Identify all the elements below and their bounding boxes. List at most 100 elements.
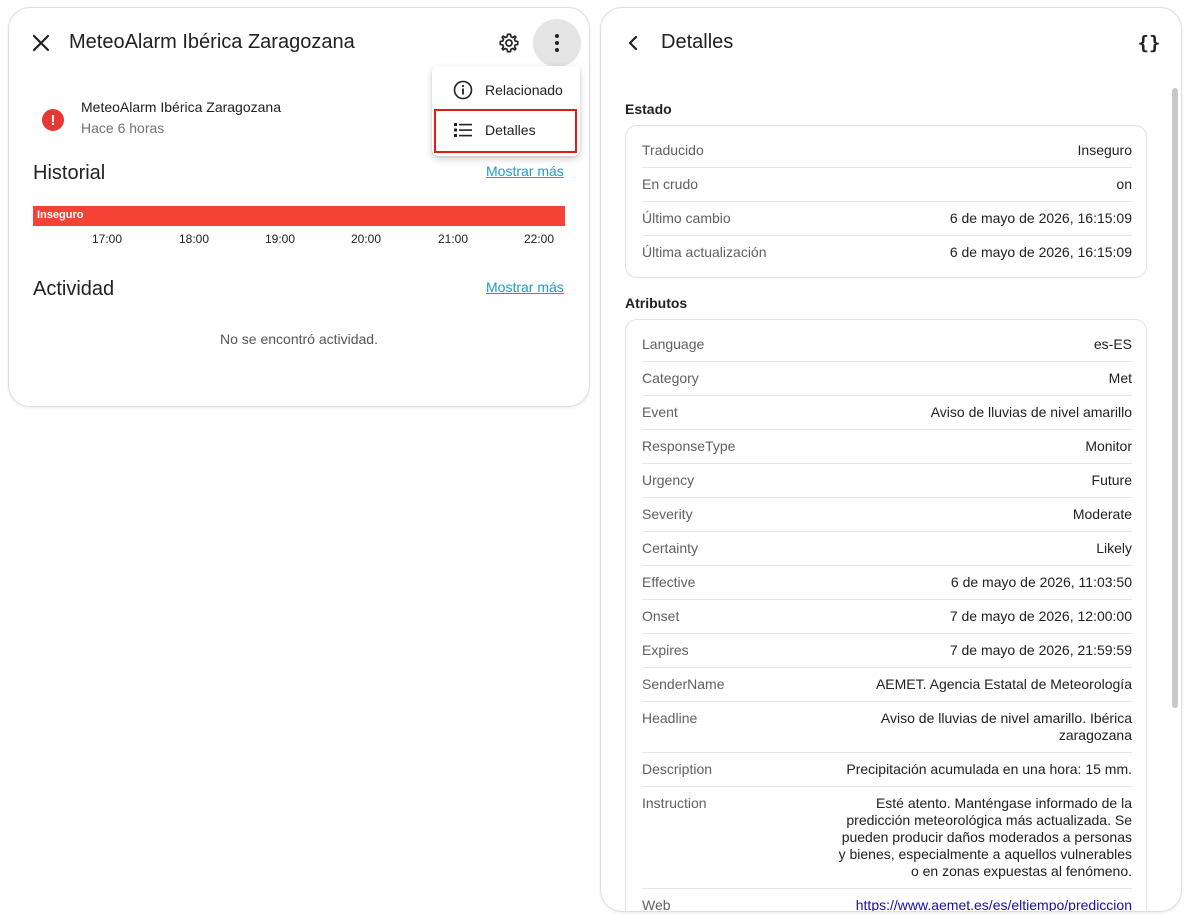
estado-table: Traducido Inseguro En crudo on Último cambio…: [625, 125, 1147, 278]
details-dialog: Detalles {} Estado Traducido Inseguro En c…: [600, 7, 1182, 912]
attribute-row: Onset 7 de mayo de 2026, 12:00:00: [642, 608, 1132, 625]
attribute-row: Headline Aviso de lluvias de nivel amaril…: [642, 710, 1132, 744]
attribute-row: Severity Moderate: [642, 506, 1132, 523]
attribute-value: Monitor: [1085, 438, 1132, 454]
attribute-key: Event: [642, 404, 678, 420]
attribute-row: Última actualización 6 de mayo de 2026, 1…: [642, 244, 1132, 261]
overflow-menu: Relacionado Detalles: [432, 66, 580, 156]
time-tick: 21:00: [438, 232, 469, 246]
attribute-key: ResponseType: [642, 438, 736, 454]
attribute-row: Expires 7 de mayo de 2026, 21:59:59: [642, 642, 1132, 659]
attribute-key: Web: [642, 897, 671, 912]
attribute-value: es-ES: [1093, 336, 1132, 352]
attribute-key: Headline: [642, 710, 698, 726]
row-divider: [642, 752, 1132, 753]
attribute-key: Description: [642, 761, 713, 777]
attribute-row: Category Met: [642, 370, 1132, 387]
attribute-row: Instruction Esté atento. Manténgase infor…: [642, 795, 1132, 880]
attribute-value: Moderate: [1072, 506, 1132, 522]
scrollbar[interactable]: [1172, 88, 1178, 708]
attribute-row: Urgency Future: [642, 472, 1132, 489]
row-divider: [642, 633, 1132, 634]
row-divider: [642, 497, 1132, 498]
list-icon: [452, 119, 474, 141]
attribute-key: Onset: [642, 608, 680, 624]
entity-last-changed: Hace 6 horas: [81, 120, 165, 136]
attribute-key: Category: [642, 370, 699, 386]
row-divider: [642, 235, 1132, 236]
row-divider: [642, 888, 1132, 889]
close-icon: [32, 34, 50, 52]
attribute-row: Language es-ES: [642, 336, 1132, 353]
attribute-value: on: [1116, 176, 1132, 192]
attribute-row: Effective 6 de mayo de 2026, 11:03:50: [642, 574, 1132, 591]
attribute-value: Inseguro: [1077, 142, 1132, 158]
time-tick: 20:00: [351, 232, 382, 246]
attribute-key: Language: [642, 336, 705, 352]
close-button[interactable]: [21, 23, 61, 63]
attribute-row: Último cambio 6 de mayo de 2026, 16:15:09: [642, 210, 1132, 227]
attribute-value: Aviso de lluvias de nivel amarillo: [930, 404, 1132, 420]
time-tick: 18:00: [179, 232, 210, 246]
history-title: Historial: [33, 162, 106, 184]
attribute-value: Likely: [1096, 540, 1132, 556]
dialog-title: Detalles: [661, 31, 734, 53]
no-activity-message: No se encontró actividad.: [220, 331, 378, 347]
attribute-row: En crudo on: [642, 176, 1132, 193]
attribute-key: Effective: [642, 574, 696, 590]
attribute-key: Expires: [642, 642, 689, 658]
attribute-value: Met: [1108, 370, 1132, 386]
row-divider: [642, 167, 1132, 168]
dots-vertical-icon: [554, 33, 560, 53]
atributos-table: Language es-ES Category Met Event Aviso de ll…: [625, 319, 1147, 912]
attribute-row: Traducido Inseguro: [642, 142, 1132, 159]
attribute-key: Severity: [642, 506, 693, 522]
attribute-row: Web https://www.aemet.es/es/eltiempo/pred…: [642, 897, 1132, 912]
row-divider: [642, 701, 1132, 702]
settings-button[interactable]: [489, 23, 529, 63]
gear-icon: [498, 32, 520, 54]
attribute-key: SenderName: [642, 676, 725, 692]
attribute-key: Último cambio: [642, 210, 731, 226]
attribute-value: Esté atento. Manténgase informado de la p…: [838, 795, 1132, 879]
alert-state-icon: !: [42, 109, 64, 131]
attribute-value: Future: [1091, 472, 1132, 488]
activity-show-more-link[interactable]: Mostrar más: [486, 279, 564, 295]
atributos-section-label: Atributos: [625, 295, 688, 311]
attribute-value: 6 de mayo de 2026, 16:15:09: [949, 210, 1132, 226]
menu-item-related[interactable]: Relacionado: [432, 70, 580, 110]
estado-section-label: Estado: [625, 101, 672, 117]
history-timeline-bar[interactable]: Inseguro: [33, 206, 565, 226]
attribute-link[interactable]: https://www.aemet.es/es/eltiempo/predicc…: [856, 897, 1132, 911]
row-divider: [642, 531, 1132, 532]
row-divider: [642, 395, 1132, 396]
attribute-key: Urgency: [642, 472, 695, 488]
attribute-row: SenderName AEMET. Agencia Estatal de Mete…: [642, 676, 1132, 693]
attribute-value: 7 de mayo de 2026, 12:00:00: [949, 608, 1132, 624]
attribute-key: Instruction: [642, 795, 707, 811]
chevron-left-icon: [627, 35, 639, 51]
attribute-key: Certainty: [642, 540, 699, 556]
entity-name: MeteoAlarm Ibérica Zaragozana: [81, 99, 281, 115]
menu-item-label: Detalles: [485, 122, 536, 138]
menu-item-details[interactable]: Detalles: [432, 110, 580, 150]
history-show-more-link[interactable]: Mostrar más: [486, 163, 564, 179]
dialog-title: MeteoAlarm Ibérica Zaragozana: [69, 31, 355, 53]
attribute-value: Aviso de lluvias de nivel amarillo. Ibér…: [880, 710, 1132, 743]
row-divider: [642, 667, 1132, 668]
attribute-value: 6 de mayo de 2026, 16:15:09: [949, 244, 1132, 260]
attribute-row: Certainty Likely: [642, 540, 1132, 557]
history-bar-label: Inseguro: [37, 209, 84, 221]
row-divider: [642, 463, 1132, 464]
row-divider: [642, 201, 1132, 202]
attribute-row: Event Aviso de lluvias de nivel amarillo: [642, 404, 1132, 421]
attribute-value: 7 de mayo de 2026, 21:59:59: [949, 642, 1132, 658]
attribute-value: 6 de mayo de 2026, 11:03:50: [950, 574, 1132, 590]
more-options-button[interactable]: [533, 19, 581, 67]
row-divider: [642, 786, 1132, 787]
code-braces-icon[interactable]: {}: [1129, 23, 1169, 63]
time-tick: 22:00: [524, 232, 555, 246]
back-button[interactable]: [613, 23, 653, 63]
row-divider: [642, 361, 1132, 362]
menu-item-label: Relacionado: [485, 82, 563, 98]
